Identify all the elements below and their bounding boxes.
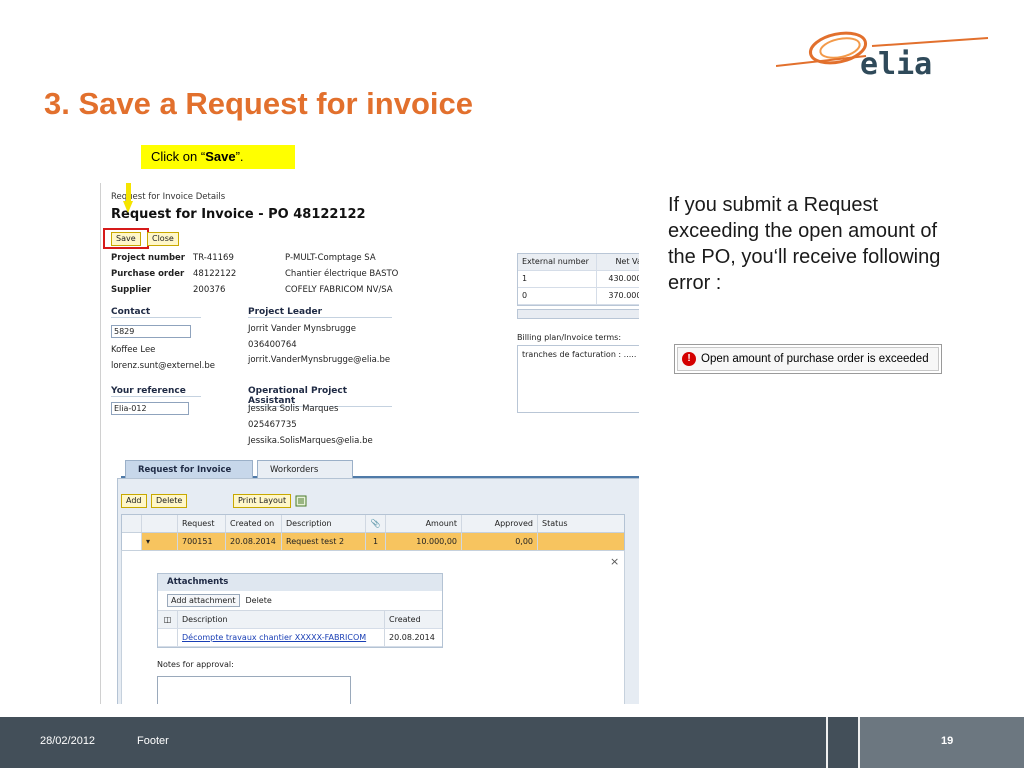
col-status: Status — [542, 519, 568, 528]
page-number: 19 — [941, 735, 954, 747]
billing-text: tranches de facturation : ..... — [522, 350, 637, 359]
col-external-number: External number — [518, 254, 597, 270]
delete-attachment-button[interactable]: Delete — [246, 596, 272, 605]
contact-id-field[interactable]: 5829 — [111, 325, 191, 338]
col-request: Request — [178, 515, 226, 532]
tab-bar: Request for Invoice Workorders — [121, 460, 639, 478]
billing-textarea[interactable]: tranches de facturation : ..... — [517, 345, 639, 413]
project-name-value: P-MULT-Comptage SA — [285, 253, 376, 263]
footer-date: 28/02/2012 — [40, 735, 96, 747]
cell-description: Request test 2 — [282, 533, 366, 551]
project-number-value: TR-41169 — [193, 253, 234, 263]
project-leader-section: Project Leader — [248, 307, 392, 318]
supplier-name-value: COFELY FABRICOM NV/SA — [285, 285, 393, 295]
tab-request-for-invoice[interactable]: Request for Invoice — [125, 460, 253, 478]
cell-status — [538, 533, 624, 551]
select-all-icon[interactable]: ◫ — [158, 611, 178, 628]
add-attachment-button[interactable]: Add attachment — [167, 594, 240, 607]
col-amount: Amount — [386, 515, 462, 532]
contact-id-value: 5829 — [114, 327, 135, 336]
save-button[interactable]: Save — [111, 232, 141, 246]
cell-attachment-created: 20.08.2014 — [389, 633, 435, 642]
slide-footer: 28/02/2012 Footer 19 — [0, 717, 1024, 768]
contact-section: Contact — [111, 307, 201, 318]
col-attachment-created: Created — [389, 615, 421, 624]
table-row[interactable]: 0 370.000, — [518, 288, 639, 305]
attachments-title: Attachments — [158, 574, 442, 591]
table-row[interactable]: 1 430.000, — [518, 271, 639, 288]
assistant-phone: 025467735 — [248, 420, 297, 430]
callout-bold: Save — [205, 149, 236, 164]
project-number-label: Project number — [111, 253, 186, 263]
purchase-order-value: 48122122 — [193, 269, 237, 279]
side-explanation: If you submit a Request exceeding the op… — [668, 194, 941, 294]
attachment-link[interactable]: Décompte travaux chantier XXXXX-FABRICOM — [182, 633, 366, 642]
col-description: Description — [282, 515, 366, 532]
tab-workorders[interactable]: Workorders — [257, 460, 353, 478]
supplier-label: Supplier — [111, 285, 152, 295]
supplier-value: 200376 — [193, 285, 226, 295]
table-row[interactable]: Décompte travaux chantier XXXXX-FABRICOM… — [158, 629, 442, 647]
cell-amount: 10.000,00 — [386, 533, 462, 551]
col-attachment-description: Description — [178, 611, 385, 628]
col-net-value: Net Val — [615, 257, 639, 266]
project-leader-name: Jorrit Vander Mynsbrugge — [248, 324, 356, 334]
footer-label: Footer — [137, 735, 169, 747]
cell-external-number: 1 — [518, 271, 597, 287]
row-select-cell[interactable] — [158, 629, 178, 646]
your-reference-field[interactable]: Elia-012 — [111, 402, 189, 415]
print-layout-button[interactable]: Print Layout — [233, 494, 292, 508]
table-row[interactable]: ▾ 700151 20.08.2014 Request test 2 1 10.… — [122, 533, 624, 551]
your-reference-section: Your reference — [111, 386, 201, 397]
notes-textarea[interactable] — [157, 676, 351, 704]
attachments-panel: Attachments Add attachment Delete ◫ Desc… — [157, 573, 443, 648]
elia-logo: elia — [776, 31, 989, 82]
external-number-table: External number Net Val 1 430.000, 0 370… — [517, 253, 639, 306]
po-name-value: Chantier électrique BASTO — [285, 269, 399, 279]
notes-label: Notes for approval: — [157, 660, 234, 669]
your-reference-value: Elia-012 — [114, 404, 147, 413]
col-select — [122, 515, 142, 532]
instruction-callout: Click on “Save”. — [141, 145, 295, 169]
project-leader-phone: 036400764 — [248, 340, 297, 350]
slide-title: 3. Save a Request for invoice — [44, 86, 474, 121]
close-icon[interactable]: × — [610, 555, 619, 568]
assistant-email: Jessika.SolisMarques@elia.be — [248, 436, 373, 446]
col-approved: Approved — [462, 515, 538, 532]
chevron-down-icon[interactable]: ▾ — [142, 533, 178, 551]
export-icon[interactable] — [295, 494, 309, 508]
delete-button[interactable]: Delete — [151, 494, 188, 508]
cell-request: 700151 — [178, 533, 226, 551]
contact-email: lorenz.sunt@externel.be — [111, 361, 216, 371]
cell-attachments: 1 — [366, 533, 386, 551]
callout-prefix: Click on “ — [151, 149, 206, 164]
error-exclamation-icon: ! — [682, 352, 696, 366]
col-created-on: Created on — [226, 515, 282, 532]
row-select-cell[interactable] — [122, 533, 142, 551]
add-button[interactable]: Add — [121, 494, 147, 508]
cell-net-value: 430.000, — [608, 274, 639, 283]
callout-suffix: ”. — [235, 149, 244, 164]
arrow-down-icon — [123, 183, 133, 213]
col-expand — [142, 515, 178, 532]
form-title: Request for Invoice - PO 48122122 — [111, 207, 366, 222]
error-message: Open amount of purchase order is exceede… — [701, 353, 929, 365]
sap-screenshot: Request for Invoice Details Request for … — [100, 183, 639, 704]
paperclip-icon: 📎 — [366, 515, 386, 532]
billing-label: Billing plan/Invoice terms: — [517, 333, 622, 342]
error-message-box: ! Open amount of purchase order is excee… — [674, 344, 942, 374]
requests-table: Request Created on Description 📎 Amount … — [121, 514, 625, 552]
cell-external-number: 0 — [518, 288, 597, 304]
cell-created-on: 20.08.2014 — [226, 533, 282, 551]
cell-net-value: 370.000, — [608, 291, 639, 300]
svg-text:elia: elia — [860, 47, 932, 82]
contact-name: Koffee Lee — [111, 345, 156, 355]
footer-divider — [826, 717, 828, 768]
horizontal-scrollbar[interactable] — [517, 309, 639, 319]
close-button[interactable]: Close — [147, 232, 179, 246]
assistant-name: Jessika Solis Marques — [248, 404, 339, 414]
project-leader-email: jorrit.VanderMynsbrugge@elia.be — [248, 355, 391, 365]
purchase-order-label: Purchase order — [111, 269, 185, 279]
cell-approved: 0,00 — [462, 533, 538, 551]
